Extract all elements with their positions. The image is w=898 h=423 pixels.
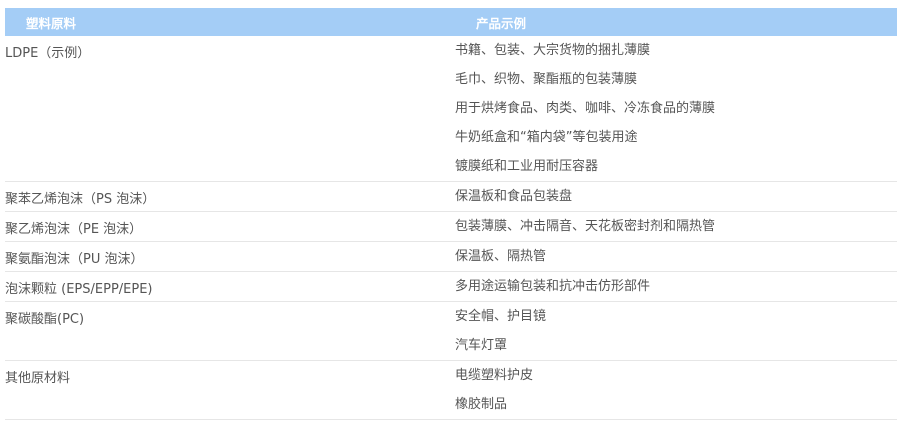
table-row: 聚乙烯泡沫（PE 泡沫） 包装薄膜、冲击隔音、天花板密封剂和隔热管	[5, 212, 897, 242]
example-item: 汽车灯罩	[455, 338, 508, 353]
example-item: 电缆塑料护皮	[455, 368, 534, 383]
example-item: 用于烘烤食品、肉类、咖啡、冷冻食品的薄膜	[455, 101, 716, 116]
table-header: 塑料原料 产品示例	[5, 8, 897, 36]
table-row: LDPE（示例） 书籍、包装、大宗货物的捆扎薄膜 毛巾、织物、聚酯瓶的包装薄膜 …	[5, 36, 897, 182]
examples-cell: 多用途运输包装和抗冲击仿形部件	[455, 272, 897, 301]
examples-cell: 保温板和食品包装盘	[455, 182, 897, 211]
example-item: 毛巾、织物、聚酯瓶的包装薄膜	[455, 72, 638, 87]
material-cell: 泡沫颗粒 (EPS/EPP/EPE)	[5, 282, 153, 297]
example-item: 书籍、包装、大宗货物的捆扎薄膜	[455, 43, 651, 58]
example-item: 牛奶纸盒和“箱内袋”等包装用途	[455, 130, 638, 145]
example-item: 橡胶制品	[455, 397, 508, 412]
material-cell: 聚苯乙烯泡沫（PS 泡沫）	[5, 192, 156, 207]
examples-cell: 保温板、隔热管	[455, 242, 897, 271]
material-cell: LDPE（示例）	[5, 46, 91, 61]
materials-table: 塑料原料 产品示例 LDPE（示例） 书籍、包装、大宗货物的捆扎薄膜 毛巾、织物…	[5, 8, 897, 420]
examples-cell: 包装薄膜、冲击隔音、天花板密封剂和隔热管	[455, 212, 897, 241]
table-row: 泡沫颗粒 (EPS/EPP/EPE) 多用途运输包装和抗冲击仿形部件	[5, 272, 897, 302]
example-item: 包装薄膜、冲击隔音、天花板密封剂和隔热管	[455, 219, 716, 234]
table-row: 聚碳酸酯(PC) 安全帽、护目镜 汽车灯罩	[5, 302, 897, 361]
example-item: 保温板和食品包装盘	[455, 189, 573, 204]
example-item: 安全帽、护目镜	[455, 309, 547, 324]
table-row: 聚氨酯泡沫（PU 泡沫） 保温板、隔热管	[5, 242, 897, 272]
table-row: 其他原材料 电缆塑料护皮 橡胶制品	[5, 361, 897, 420]
material-cell: 聚氨酯泡沫（PU 泡沫）	[5, 252, 144, 267]
header-examples: 产品示例	[476, 15, 527, 31]
header-material: 塑料原料	[26, 15, 77, 31]
material-cell: 聚乙烯泡沫（PE 泡沫）	[5, 222, 143, 237]
material-cell: 其他原材料	[5, 371, 71, 386]
example-item: 多用途运输包装和抗冲击仿形部件	[455, 279, 651, 294]
example-item: 保温板、隔热管	[455, 249, 547, 264]
table-row: 聚苯乙烯泡沫（PS 泡沫） 保温板和食品包装盘	[5, 182, 897, 212]
examples-cell: 电缆塑料护皮 橡胶制品	[455, 361, 897, 419]
material-cell: 聚碳酸酯(PC)	[5, 312, 85, 327]
examples-cell: 书籍、包装、大宗货物的捆扎薄膜 毛巾、织物、聚酯瓶的包装薄膜 用于烘烤食品、肉类…	[455, 36, 897, 181]
example-item: 镀膜纸和工业用耐压容器	[455, 159, 599, 174]
examples-cell: 安全帽、护目镜 汽车灯罩	[455, 302, 897, 360]
